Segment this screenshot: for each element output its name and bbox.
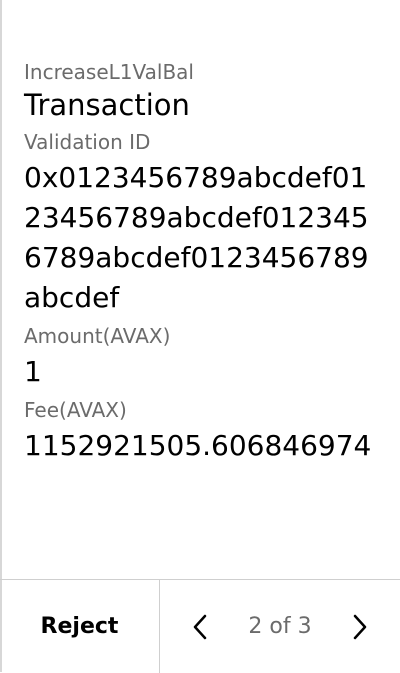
fee-value: 1152921505.606846974	[24, 429, 372, 462]
amount-label: Amount(AVAX)	[24, 324, 171, 348]
review-title: Transaction	[24, 88, 190, 122]
amount-value: 1	[24, 355, 42, 388]
chevron-left-icon[interactable]	[186, 613, 214, 641]
fee-label: Fee(AVAX)	[24, 398, 127, 422]
reject-button[interactable]: Reject	[0, 580, 160, 673]
pager: 2 of 3	[160, 580, 400, 673]
page-indicator: 2 of 3	[248, 614, 312, 639]
validation-id-label: Validation ID	[24, 130, 151, 154]
left-edge-divider	[0, 0, 2, 672]
operation-name: IncreaseL1ValBal	[24, 60, 194, 84]
chevron-right-icon[interactable]	[346, 613, 374, 641]
review-content: IncreaseL1ValBal Transaction Validation …	[24, 58, 380, 470]
validation-id-value: 0x0123456789abcdef0123456789abcdef012345…	[24, 161, 369, 314]
footer-bar: Reject 2 of 3	[0, 579, 400, 673]
